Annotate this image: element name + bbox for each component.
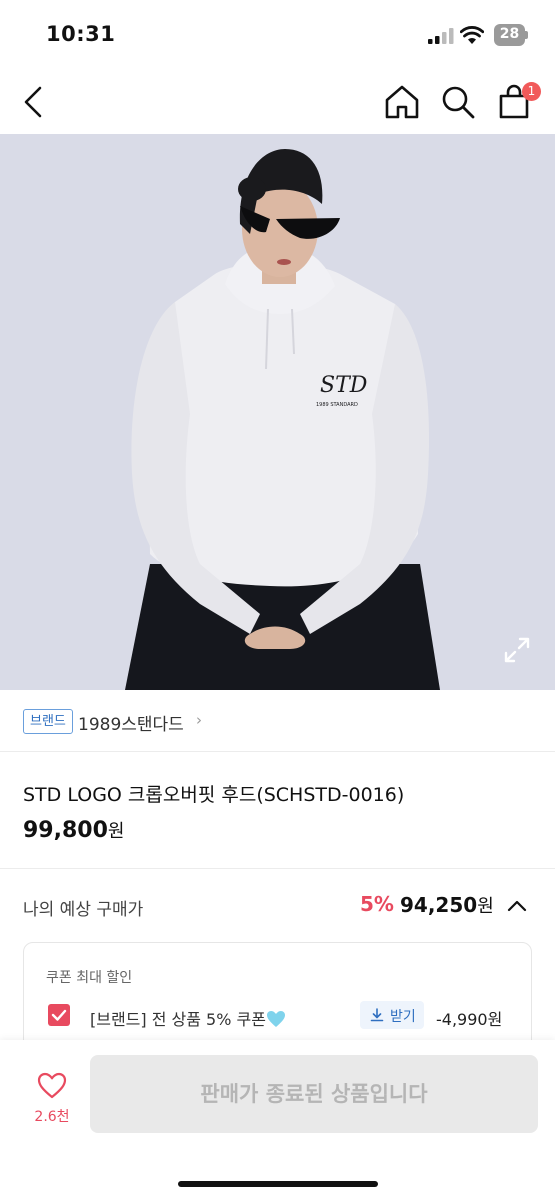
brand-name: 1989스탠다드: [78, 715, 184, 735]
expected-price-value: 94,250: [400, 893, 478, 917]
coupon-download-button[interactable]: 받기: [360, 1001, 424, 1029]
battery-level: 28: [499, 26, 520, 42]
expected-price-label: 나의 예상 구매가: [23, 900, 144, 920]
product-price-currency: 원: [107, 821, 125, 842]
coupon-name: [브랜드] 전 상품 5% 쿠폰: [90, 1006, 286, 1030]
home-icon: [385, 85, 419, 119]
coupon-heading: 쿠폰 최대 할인: [46, 970, 133, 986]
expected-price-toggle[interactable]: 나의 예상 구매가 5% 94,250원: [0, 870, 555, 940]
brand-badge: 브랜드: [23, 709, 73, 734]
download-icon: [370, 1008, 384, 1022]
wifi-icon: [460, 26, 484, 44]
home-indicator: [178, 1181, 378, 1187]
status-bar: 10:31 28: [0, 0, 555, 70]
chevron-up-icon: [507, 900, 527, 912]
bottom-action-bar: 2.6천 판매가 종료된 상품입니다: [0, 1040, 555, 1200]
search-button[interactable]: [438, 82, 478, 122]
discount-rate: 5%: [360, 892, 394, 916]
expected-price-currency: 원: [477, 896, 494, 917]
coupon-checkbox[interactable]: [48, 1004, 70, 1026]
coupon-amount: -4,990원: [436, 1010, 503, 1029]
heart-emoji-icon: [266, 1011, 285, 1027]
hoodie-logo: STD: [320, 373, 368, 398]
nav-bar: 1: [0, 70, 555, 134]
product-title: STD LOGO 크롭오버핏 후드(SCHSTD-0016): [23, 784, 405, 806]
divider: [0, 868, 555, 869]
cart-button[interactable]: 1: [495, 82, 541, 122]
product-price-value: 99,800: [23, 818, 108, 843]
search-icon: [442, 86, 475, 119]
brand-link[interactable]: 브랜드 1989스탠다드 ›: [0, 690, 555, 752]
check-icon: [51, 1009, 67, 1021]
status-time: 10:31: [46, 22, 116, 46]
coupon-name-text: [브랜드] 전 상품 5% 쿠폰: [90, 1010, 266, 1029]
model-photo: STD 1989 STANDARD: [0, 134, 555, 690]
signal-icon: [428, 28, 454, 44]
product-image[interactable]: STD 1989 STANDARD: [0, 134, 555, 690]
back-icon: [24, 86, 42, 118]
coupon-download-label: 받기: [390, 1009, 416, 1025]
back-button[interactable]: [14, 82, 54, 122]
chevron-right-icon: ›: [196, 711, 202, 729]
cart-count-badge: 1: [522, 82, 541, 101]
like-count: 2.6천: [34, 1109, 70, 1125]
hoodie-logo-sub: 1989 STANDARD: [316, 402, 358, 408]
home-button[interactable]: [382, 82, 422, 122]
battery-icon: 28: [494, 24, 528, 46]
like-button[interactable]: 2.6천: [24, 1070, 80, 1132]
heart-icon: [37, 1072, 67, 1099]
expected-price: 94,250원: [400, 892, 494, 918]
sold-out-button[interactable]: 판매가 종료된 상품입니다: [90, 1055, 538, 1133]
product-price: 99,800원: [23, 817, 124, 843]
expand-icon[interactable]: [503, 636, 531, 664]
